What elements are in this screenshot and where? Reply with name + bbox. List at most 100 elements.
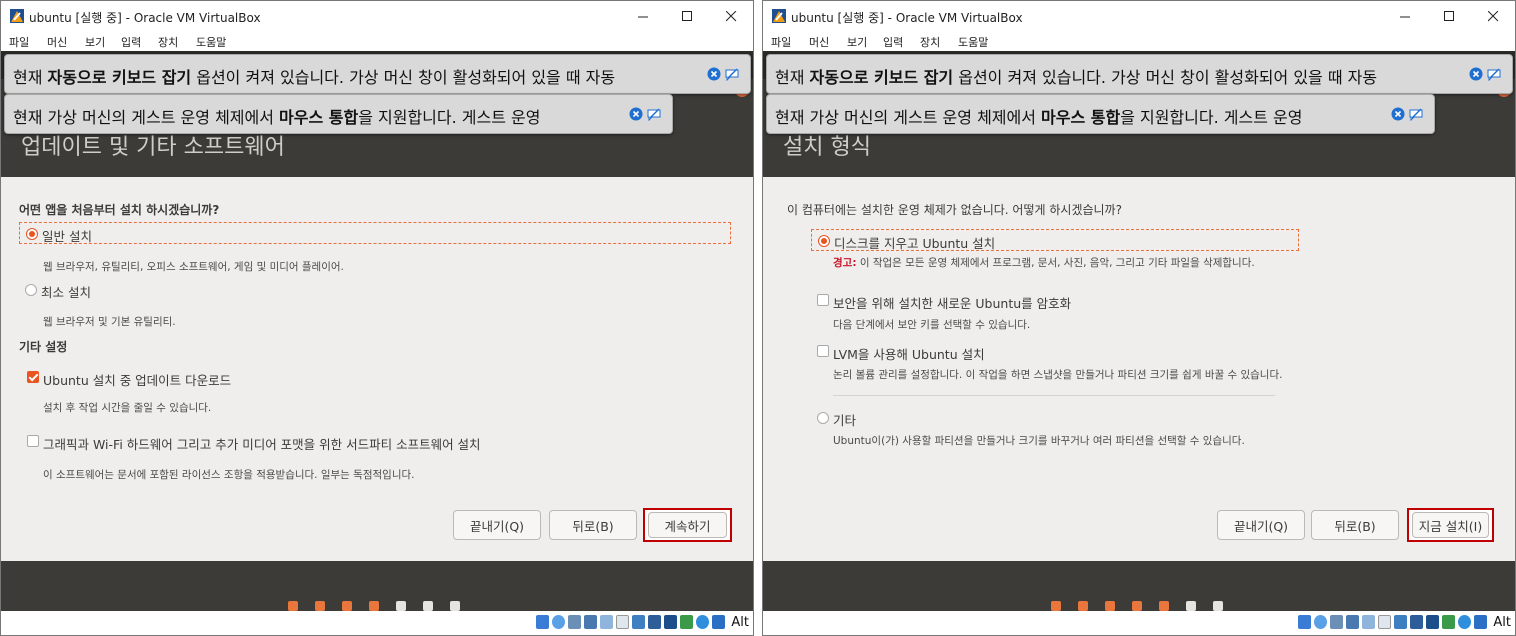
menu-machine[interactable]: 머신 — [47, 34, 67, 50]
something-else-radio[interactable] — [817, 412, 829, 424]
virtualbox-window-left: ubuntu [실행 중] - Oracle VM VirtualBox 파일 … — [0, 0, 754, 636]
usb-icon[interactable] — [600, 615, 613, 629]
mouse-integration-icon[interactable] — [1458, 615, 1471, 629]
erase-disk-radio[interactable] — [818, 235, 830, 247]
continue-button[interactable]: 계속하기 — [643, 508, 732, 542]
progress-dot — [1105, 601, 1115, 611]
capture-icon[interactable] — [648, 615, 661, 629]
mouse-integration-notice: 현재 가상 머신의 게스트 운영 체제에서 마우스 통합을 지원합니다. 게스트… — [4, 94, 673, 134]
menu-help[interactable]: 도움말 — [196, 34, 226, 50]
back-button[interactable]: 뒤로(B) — [549, 510, 637, 540]
close-button[interactable] — [709, 1, 753, 31]
erase-disk-label: 디스크를 지우고 Ubuntu 설치 — [834, 236, 996, 251]
minimal-install-option[interactable]: 최소 설치 — [19, 279, 319, 301]
encrypt-option[interactable]: 보안을 위해 설치한 새로운 Ubuntu를 암호화 — [811, 290, 1211, 312]
video-icon[interactable] — [1426, 615, 1439, 629]
dismiss-icon[interactable] — [707, 67, 721, 81]
progress-dot — [369, 601, 379, 611]
status-bar: Alt — [1, 611, 753, 635]
minimize-button[interactable] — [621, 1, 665, 31]
window-title: ubuntu [실행 중] - Oracle VM VirtualBox — [29, 11, 261, 25]
shared-folder-icon[interactable] — [1378, 615, 1391, 629]
optical-disk-icon[interactable] — [552, 615, 565, 629]
minimize-button[interactable] — [1383, 1, 1427, 31]
vm-display[interactable]: 설치 설치 형식 이 컴퓨터에는 설치한 운영 체제가 없습니다. 어떻게 하시… — [763, 51, 1515, 613]
audio-icon[interactable] — [1330, 615, 1343, 629]
shared-folder-icon[interactable] — [616, 615, 629, 629]
menu-devices[interactable]: 장치 — [158, 34, 178, 50]
title-bar: ubuntu [실행 중] - Oracle VM VirtualBox — [763, 1, 1515, 31]
encrypt-label: 보안을 위해 설치한 새로운 Ubuntu를 암호화 — [833, 296, 1072, 311]
menu-view[interactable]: 보기 — [85, 34, 105, 50]
third-party-option[interactable]: 그래픽과 Wi-Fi 하드웨어 그리고 추가 미디어 포맷을 위한 서드파티 소… — [21, 431, 721, 453]
close-button[interactable] — [1471, 1, 1515, 31]
lvm-checkbox[interactable] — [817, 345, 829, 357]
third-party-checkbox[interactable] — [27, 435, 39, 447]
vm-display[interactable]: 설치 업데이트 및 기타 소프트웨어 어떤 앱을 처음부터 설치 하시겠습니까?… — [1, 51, 753, 613]
erase-disk-option[interactable]: 디스크를 지우고 Ubuntu 설치 — [811, 229, 1299, 251]
do-not-show-icon[interactable] — [647, 107, 661, 121]
menu-view[interactable]: 보기 — [847, 34, 867, 50]
cpu-icon[interactable] — [1442, 615, 1455, 629]
menu-input[interactable]: 입력 — [121, 34, 141, 50]
do-not-show-icon[interactable] — [1487, 67, 1501, 81]
menu-file[interactable]: 파일 — [771, 34, 791, 50]
title-bar: ubuntu [실행 중] - Oracle VM VirtualBox — [1, 1, 753, 31]
quit-button[interactable]: 끝내기(Q) — [453, 510, 541, 540]
hard-disk-icon[interactable] — [1298, 615, 1311, 629]
lvm-desc: 논리 볼륨 관리를 설정합니다. 이 작업을 하면 스냅샷을 만들거나 파티션 … — [833, 369, 1283, 381]
menu-bar: 파일 머신 보기 입력 장치 도움말 — [1, 31, 753, 51]
progress-dot — [1159, 601, 1169, 611]
dismiss-icon[interactable] — [629, 107, 643, 121]
back-button[interactable]: 뒤로(B) — [1311, 510, 1399, 540]
network-icon[interactable] — [1346, 615, 1359, 629]
menu-help[interactable]: 도움말 — [958, 34, 988, 50]
virtualbox-icon — [772, 9, 786, 23]
something-else-label: 기타 — [833, 413, 857, 428]
dismiss-icon[interactable] — [1469, 67, 1483, 81]
menu-machine[interactable]: 머신 — [809, 34, 829, 50]
optical-disk-icon[interactable] — [1314, 615, 1327, 629]
audio-icon[interactable] — [568, 615, 581, 629]
menu-devices[interactable]: 장치 — [920, 34, 940, 50]
video-icon[interactable] — [664, 615, 677, 629]
lvm-option[interactable]: LVM을 사용해 Ubuntu 설치 — [811, 341, 1211, 363]
progress-dot — [423, 601, 433, 611]
host-key-label: Alt — [731, 615, 749, 630]
installer-footer — [763, 561, 1515, 613]
download-updates-desc: 설치 후 작업 시간을 줄일 수 있습니다. — [43, 402, 212, 414]
cpu-icon[interactable] — [680, 615, 693, 629]
virtualbox-icon — [10, 9, 24, 23]
maximize-button[interactable] — [665, 1, 709, 31]
do-not-show-icon[interactable] — [725, 67, 739, 81]
display-icon[interactable] — [1394, 615, 1407, 629]
download-updates-checkbox[interactable] — [27, 371, 39, 383]
minimal-install-radio[interactable] — [25, 284, 37, 296]
capture-icon[interactable] — [1410, 615, 1423, 629]
maximize-button[interactable] — [1427, 1, 1471, 31]
menu-file[interactable]: 파일 — [9, 34, 29, 50]
quit-button[interactable]: 끝내기(Q) — [1217, 510, 1305, 540]
mouse-notice-text: 현재 가상 머신의 게스트 운영 체제에서 마우스 통합을 지원합니다. 게스트… — [775, 108, 1303, 127]
install-now-button[interactable]: 지금 설치(I) — [1407, 508, 1494, 542]
keyboard-icon[interactable] — [712, 615, 725, 629]
display-icon[interactable] — [632, 615, 645, 629]
status-icons — [1298, 615, 1487, 629]
dismiss-icon[interactable] — [1391, 107, 1405, 121]
do-not-show-icon[interactable] — [1409, 107, 1423, 121]
normal-install-option[interactable]: 일반 설치 — [19, 222, 731, 244]
encrypt-checkbox[interactable] — [817, 294, 829, 306]
third-party-desc: 이 소프트웨어는 문서에 포함된 라이선스 조항을 적용받습니다. 일부는 독점… — [43, 469, 415, 481]
third-party-label: 그래픽과 Wi-Fi 하드웨어 그리고 추가 미디어 포맷을 위한 서드파티 소… — [43, 437, 481, 452]
keyboard-icon[interactable] — [1474, 615, 1487, 629]
menu-input[interactable]: 입력 — [883, 34, 903, 50]
something-else-option[interactable]: 기타 — [811, 407, 1011, 429]
hard-disk-icon[interactable] — [536, 615, 549, 629]
download-updates-option[interactable]: Ubuntu 설치 중 업데이트 다운로드 — [21, 367, 421, 389]
mouse-integration-icon[interactable] — [696, 615, 709, 629]
usb-icon[interactable] — [1362, 615, 1375, 629]
download-updates-label: Ubuntu 설치 중 업데이트 다운로드 — [43, 373, 232, 388]
network-icon[interactable] — [584, 615, 597, 629]
progress-dot — [1078, 601, 1088, 611]
normal-install-radio[interactable] — [26, 228, 38, 240]
